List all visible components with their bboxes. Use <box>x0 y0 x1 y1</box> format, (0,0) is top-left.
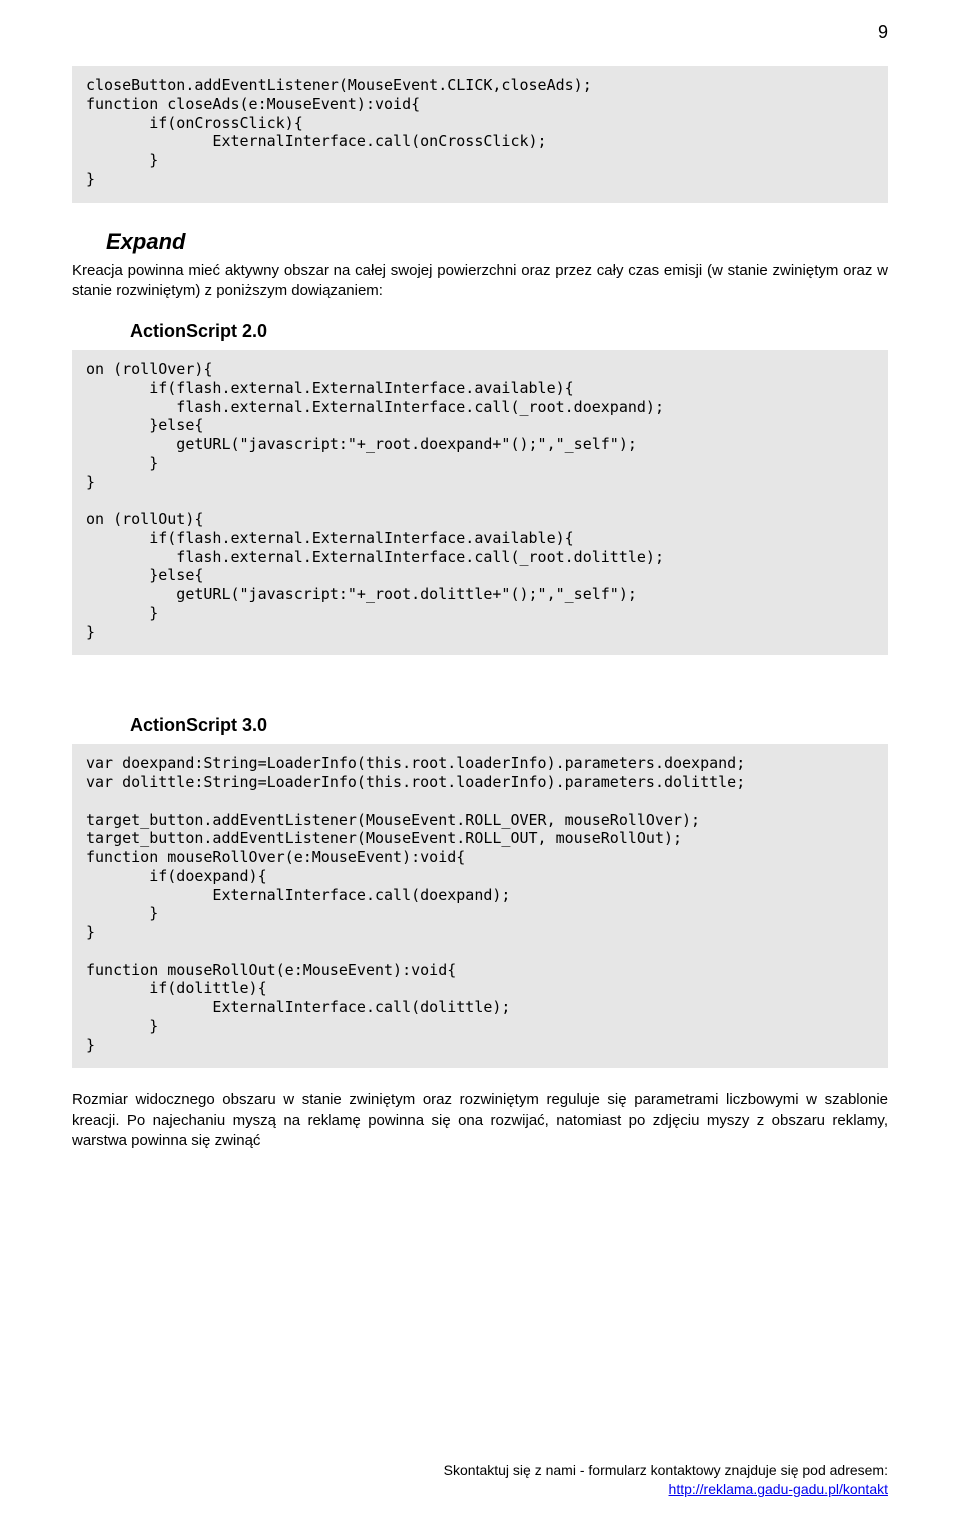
footer-link[interactable]: http://reklama.gadu-gadu.pl/kontakt <box>669 1481 888 1497</box>
footer: Skontaktuj się z nami - formularz kontak… <box>72 1461 888 1499</box>
closing-paragraph: Rozmiar widocznego obszaru w stanie zwin… <box>72 1090 888 1151</box>
page-number: 9 <box>878 22 888 43</box>
subheading-as3: ActionScript 3.0 <box>130 715 888 736</box>
code-block-as3: var doexpand:String=LoaderInfo(this.root… <box>72 744 888 1068</box>
subheading-as2: ActionScript 2.0 <box>130 321 888 342</box>
footer-text: Skontaktuj się z nami - formularz kontak… <box>444 1462 888 1478</box>
section-heading-expand: Expand <box>106 229 888 255</box>
code-block-as2: on (rollOver){ if(flash.external.Externa… <box>72 350 888 655</box>
section-paragraph-expand: Kreacja powinna mieć aktywny obszar na c… <box>72 261 888 302</box>
page-container: 9 closeButton.addEventListener(MouseEven… <box>0 0 960 1523</box>
code-block-close: closeButton.addEventListener(MouseEvent.… <box>72 66 888 203</box>
